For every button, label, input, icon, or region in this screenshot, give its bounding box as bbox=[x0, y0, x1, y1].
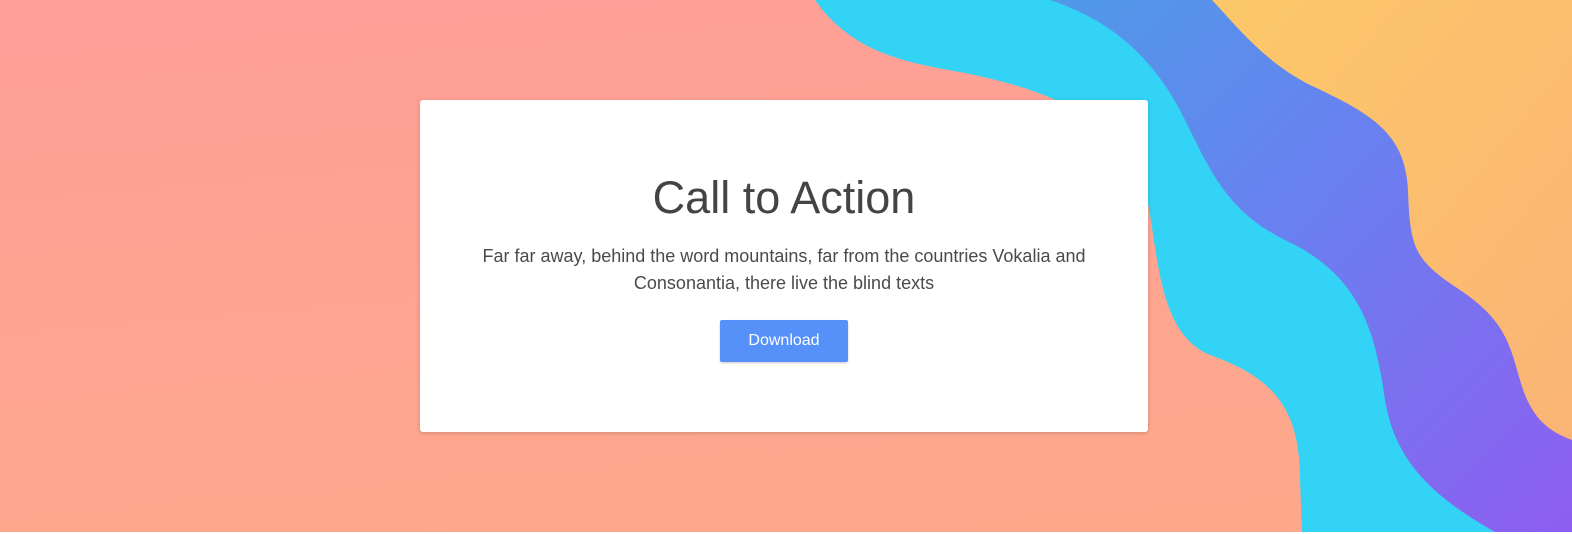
cta-card: Call to Action Far far away, behind the … bbox=[420, 100, 1148, 432]
cta-title: Call to Action bbox=[652, 172, 916, 223]
cta-description: Far far away, behind the word mountains,… bbox=[482, 246, 1086, 293]
hero-section: Call to Action Far far away, behind the … bbox=[0, 0, 1572, 532]
download-button[interactable]: Download bbox=[720, 320, 848, 362]
